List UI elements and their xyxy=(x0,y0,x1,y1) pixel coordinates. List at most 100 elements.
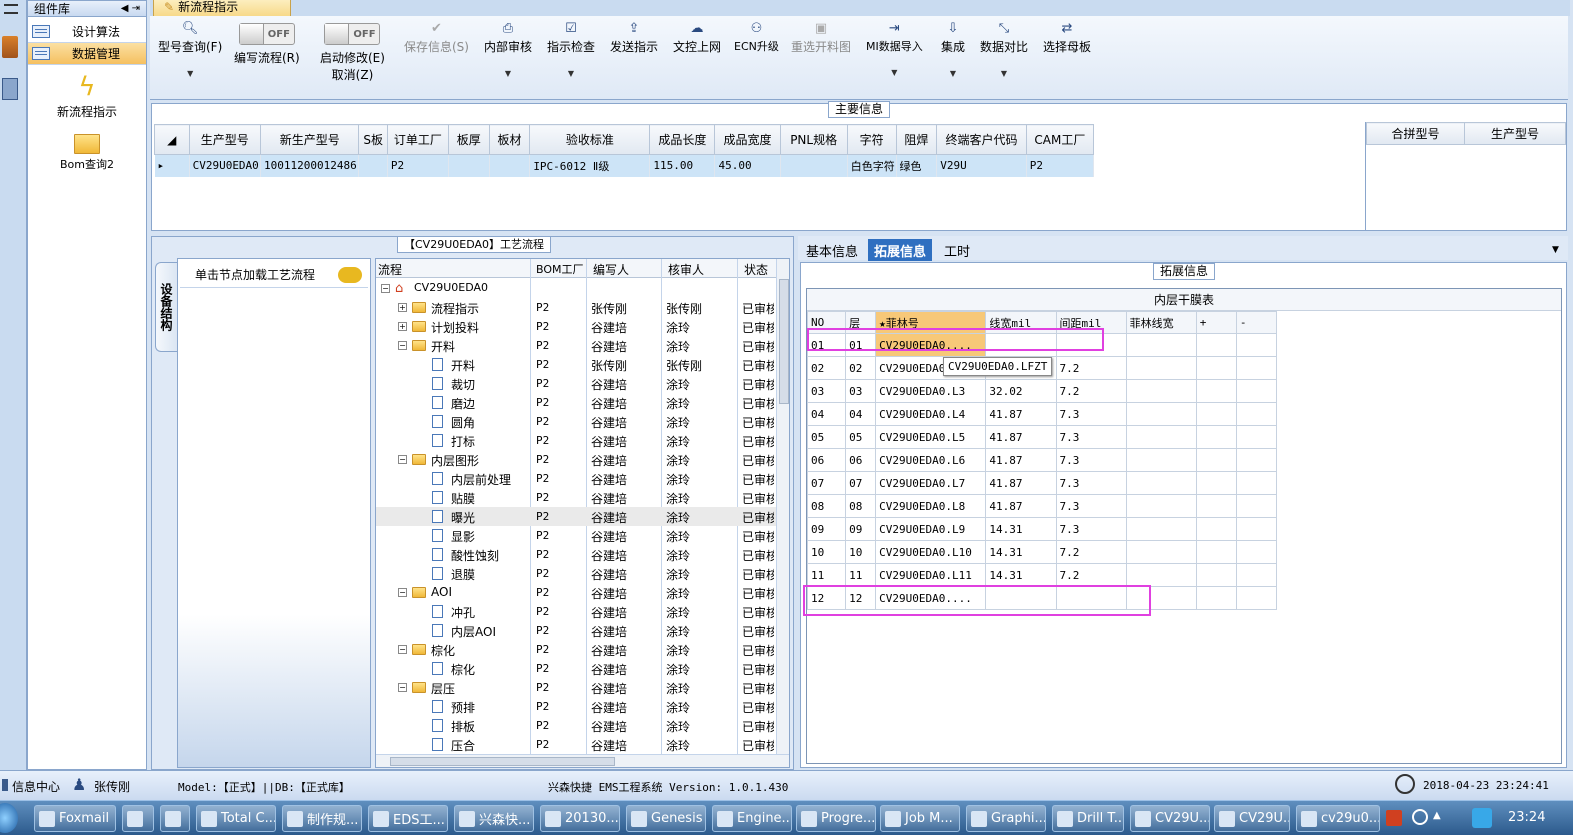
expand-icon[interactable]: − xyxy=(398,588,407,597)
tab-work-hours[interactable]: 工时 xyxy=(938,239,976,261)
cell[interactable] xyxy=(489,154,531,177)
cell[interactable]: 09 xyxy=(845,517,877,541)
table-row[interactable]: 06 06 CV29U0EDA0.L6 41.87 7.3 xyxy=(806,448,1278,472)
cell[interactable]: CV29U0EDA0.L7 xyxy=(875,471,987,495)
table-row[interactable]: 03 03 CV29U0EDA0.L3 32.02 7.2 xyxy=(806,379,1278,403)
cell[interactable] xyxy=(1235,471,1278,495)
cell[interactable]: 7.3 xyxy=(1055,494,1127,518)
cell[interactable] xyxy=(1125,494,1197,518)
column-header[interactable]: S板 xyxy=(358,124,388,155)
tree-node[interactable]: 显影 P2 谷建培 涂玲 已审核 xyxy=(376,526,776,545)
cell[interactable]: 14.31 xyxy=(985,540,1057,564)
cell[interactable] xyxy=(1195,379,1237,403)
cell[interactable]: 05 xyxy=(845,425,877,449)
cell[interactable]: 09 xyxy=(806,517,847,541)
column-header[interactable]: 成品宽度 xyxy=(714,124,781,155)
scroll-thumb[interactable] xyxy=(779,279,789,404)
cell[interactable] xyxy=(1125,448,1197,472)
cell[interactable] xyxy=(1235,448,1278,472)
cell[interactable] xyxy=(1235,586,1278,610)
inner-dryfilm-grid[interactable]: 内层干膜表 NO 层 ★菲林号 线宽mil 间距mil 菲林线宽 + - 01 01 CV29U0… xyxy=(806,288,1562,764)
column-header[interactable]: 合拼型号 xyxy=(1366,122,1465,145)
send-instruction-button[interactable]: ⇪ 发送指示 xyxy=(610,20,658,55)
start-edit-toggle[interactable]: OFF 启动修改(E) 取消(Z) xyxy=(320,20,385,83)
cell[interactable] xyxy=(1195,563,1237,587)
tree-node[interactable]: 压合 P2 谷建培 涂玲 已审核 xyxy=(376,735,776,754)
cell[interactable]: P2 xyxy=(1026,154,1095,177)
cell[interactable] xyxy=(780,154,848,177)
cell[interactable]: 03 xyxy=(845,379,877,403)
taskbar-item[interactable]: Foxmail xyxy=(34,805,116,832)
cell[interactable] xyxy=(1195,494,1237,518)
cell[interactable]: 45.00 xyxy=(714,154,781,177)
cell[interactable]: CV29U0EDA0.L11 xyxy=(875,563,987,587)
reselect-cutting-button[interactable]: ▣ 重选开料图 xyxy=(791,20,851,55)
cell[interactable] xyxy=(1125,517,1197,541)
cell[interactable]: 02 xyxy=(806,356,847,380)
tree-node[interactable]: 棕化 P2 谷建培 涂玲 已审核 xyxy=(376,659,776,678)
write-flow-toggle[interactable]: OFF 编写流程(R) xyxy=(234,20,300,66)
cell[interactable]: 06 xyxy=(806,448,847,472)
table-row[interactable]: 08 08 CV29U0EDA0.L8 41.87 7.3 xyxy=(806,494,1278,518)
cell[interactable] xyxy=(1125,563,1197,587)
cell[interactable]: 10011200012486 xyxy=(260,154,360,177)
nav-design-algorithm[interactable]: 设计算法 xyxy=(28,21,146,43)
document-tab[interactable]: ✎ 新流程指示 xyxy=(153,0,291,16)
expand-icon[interactable]: + xyxy=(398,303,407,312)
cell[interactable]: P2 xyxy=(387,154,449,177)
cell[interactable]: 10 xyxy=(806,540,847,564)
column-header[interactable]: 生产型号 xyxy=(188,124,262,155)
start-button[interactable] xyxy=(0,803,18,833)
cell[interactable] xyxy=(1235,540,1278,564)
table-row[interactable]: 11 11 CV29U0EDA0.L11 14.31 7.2 xyxy=(806,563,1278,587)
tree-node[interactable]: − 棕化 P2 谷建培 涂玲 已审核 xyxy=(376,640,776,659)
cell[interactable]: 08 xyxy=(845,494,877,518)
cell[interactable] xyxy=(1235,563,1278,587)
cell[interactable] xyxy=(1125,356,1197,380)
expand-icon[interactable]: − xyxy=(398,683,407,692)
equipment-structure-tab[interactable]: 设备结构 xyxy=(155,262,177,352)
cell[interactable] xyxy=(1235,517,1278,541)
scroll-thumb[interactable] xyxy=(390,757,615,766)
cell[interactable]: 32.02 xyxy=(985,379,1057,403)
menu-icon[interactable] xyxy=(4,4,18,14)
integrate-button[interactable]: ⇩ 集成 ▼ xyxy=(941,20,965,78)
tree-node[interactable]: 裁切 P2 谷建培 涂玲 已审核 xyxy=(376,374,776,393)
tree-node[interactable]: 贴膜 P2 谷建培 涂玲 已审核 xyxy=(376,488,776,507)
cell[interactable]: 41.87 xyxy=(985,494,1057,518)
factory-icon[interactable] xyxy=(2,36,18,58)
column-header[interactable]: 板材 xyxy=(488,124,531,155)
cell[interactable]: 7.2 xyxy=(1055,540,1127,564)
column-header[interactable]: BOM工厂 xyxy=(536,261,584,277)
cell[interactable]: 11 xyxy=(845,563,877,587)
cell[interactable]: 07 xyxy=(806,471,847,495)
cell[interactable]: CV29U0EDA0.L3 xyxy=(875,379,987,403)
tab-extended-info[interactable]: 拓展信息 xyxy=(868,239,933,261)
cell[interactable] xyxy=(448,154,490,177)
cell[interactable]: 41.87 xyxy=(985,448,1057,472)
mi-import-button[interactable]: ⇥ MI数据导入 ▼ xyxy=(866,20,923,77)
tree-node[interactable]: − 层压 P2 谷建培 涂玲 已审核 xyxy=(376,678,776,697)
column-header[interactable]: 终端客户代码 xyxy=(936,124,1027,155)
tree-node[interactable]: 预排 P2 谷建培 涂玲 已审核 xyxy=(376,697,776,716)
cell[interactable]: IPC-6012 Ⅱ级 xyxy=(529,154,651,177)
taskbar-item[interactable]: EDS工... xyxy=(368,805,448,832)
tray-app-icon[interactable] xyxy=(1386,810,1402,826)
taskbar-item[interactable]: Progre... xyxy=(796,805,876,832)
cell[interactable] xyxy=(1235,379,1278,403)
taskbar-item[interactable]: Drill T... xyxy=(1052,805,1124,832)
toggle-switch[interactable]: OFF xyxy=(324,23,381,45)
calculator-icon[interactable] xyxy=(2,78,18,100)
tree-node[interactable]: 内层前处理 P2 谷建培 涂玲 已审核 xyxy=(376,469,776,488)
cell[interactable] xyxy=(1125,402,1197,426)
cell[interactable] xyxy=(1125,540,1197,564)
cell[interactable]: 41.87 xyxy=(985,402,1057,426)
cell[interactable]: 08 xyxy=(806,494,847,518)
taskbar-item[interactable]: 20130... xyxy=(540,805,620,832)
cell[interactable]: V29U xyxy=(936,154,1027,177)
column-header[interactable]: PNL规格 xyxy=(779,124,848,155)
taskbar-item[interactable] xyxy=(122,805,154,832)
column-header[interactable]: 字符 xyxy=(846,124,897,155)
collapse-icon[interactable]: − xyxy=(381,284,390,293)
taskbar-item[interactable]: CV29U... xyxy=(1130,805,1210,832)
